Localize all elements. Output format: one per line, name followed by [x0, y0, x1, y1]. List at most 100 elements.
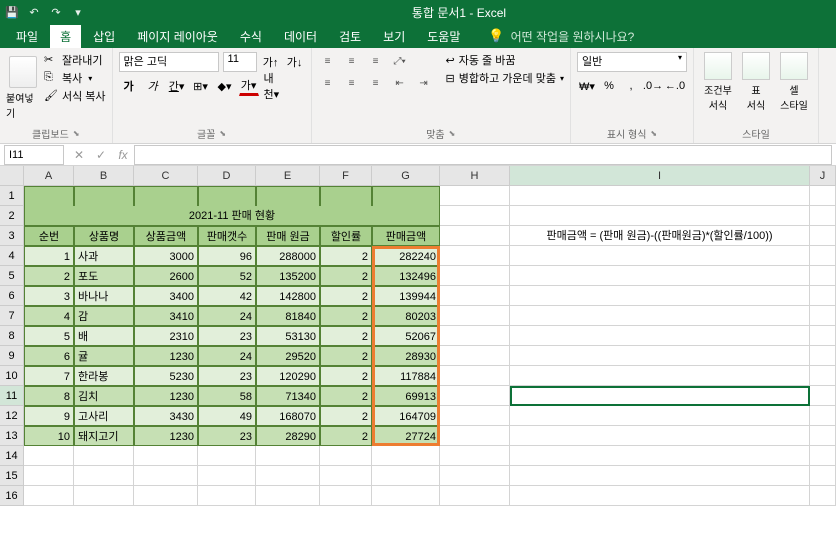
cell[interactable] [510, 326, 810, 346]
cell[interactable] [440, 286, 510, 306]
table-cell[interactable]: 6 [24, 346, 74, 366]
redo-icon[interactable]: ↷ [48, 4, 64, 20]
col-header[interactable]: J [810, 166, 836, 185]
cell[interactable] [198, 186, 256, 206]
cell[interactable] [74, 466, 134, 486]
indent-increase-button[interactable]: ⇥ [414, 74, 434, 92]
cell[interactable] [810, 366, 836, 386]
table-cell[interactable]: 42 [198, 286, 256, 306]
cell[interactable] [198, 446, 256, 466]
table-cell[interactable]: 3410 [134, 306, 198, 326]
cell[interactable] [134, 466, 198, 486]
cell[interactable] [372, 466, 440, 486]
cell[interactable] [810, 446, 836, 466]
cell[interactable] [510, 206, 810, 226]
cell[interactable] [198, 466, 256, 486]
table-cell[interactable]: 2 [320, 326, 372, 346]
cell[interactable] [810, 266, 836, 286]
tab-home[interactable]: 홈 [50, 25, 81, 48]
table-header[interactable]: 순번 [24, 226, 74, 246]
table-header[interactable]: 판매 원금 [256, 226, 320, 246]
tab-review[interactable]: 검토 [329, 25, 371, 48]
table-cell[interactable]: 2 [24, 266, 74, 286]
col-header[interactable]: F [320, 166, 372, 185]
table-cell[interactable]: 135200 [256, 266, 320, 286]
table-cell[interactable]: 1230 [134, 346, 198, 366]
tab-insert[interactable]: 삽입 [83, 25, 125, 48]
cell[interactable] [510, 186, 810, 206]
copy-button[interactable]: ⎘복사▾ [44, 70, 106, 86]
decrease-font-button[interactable]: 가↓ [285, 52, 305, 72]
row-header[interactable]: 16 [0, 486, 24, 506]
table-cell[interactable]: 282240 [372, 246, 440, 266]
col-header[interactable]: E [256, 166, 320, 185]
row-header[interactable]: 6 [0, 286, 24, 306]
cell[interactable] [440, 186, 510, 206]
cell[interactable] [24, 466, 74, 486]
number-format-select[interactable]: 일반▾ [577, 52, 687, 72]
underline-button[interactable]: 간▾ [167, 76, 187, 96]
tab-help[interactable]: 도움말 [417, 25, 470, 48]
cell[interactable] [372, 186, 440, 206]
row-header[interactable]: 2 [0, 206, 24, 226]
table-cell[interactable]: 28290 [256, 426, 320, 446]
table-cell[interactable]: 2 [320, 266, 372, 286]
cell[interactable] [510, 266, 810, 286]
col-header[interactable]: B [74, 166, 134, 185]
row-header[interactable]: 8 [0, 326, 24, 346]
cell[interactable] [256, 186, 320, 206]
italic-button[interactable]: 가 [143, 76, 163, 96]
cell[interactable] [810, 466, 836, 486]
table-cell[interactable]: 53130 [256, 326, 320, 346]
table-cell[interactable]: 27724 [372, 426, 440, 446]
row-header[interactable]: 1 [0, 186, 24, 206]
align-top-button[interactable]: ≡ [318, 52, 338, 70]
table-cell[interactable]: 80203 [372, 306, 440, 326]
qat-dropdown-icon[interactable]: ▾ [70, 4, 86, 20]
cell[interactable] [810, 186, 836, 206]
font-name-select[interactable]: 맑은 고딕 [119, 52, 219, 72]
wrap-text-button[interactable]: ↩자동 줄 바꿈 [446, 52, 564, 68]
cell[interactable] [440, 466, 510, 486]
table-cell[interactable]: 1230 [134, 426, 198, 446]
col-header[interactable]: G [372, 166, 440, 185]
cell[interactable] [810, 326, 836, 346]
table-cell[interactable]: 2 [320, 306, 372, 326]
cell[interactable] [440, 306, 510, 326]
undo-icon[interactable]: ↶ [26, 4, 42, 20]
cell[interactable] [510, 466, 810, 486]
cell[interactable] [510, 246, 810, 266]
table-cell[interactable]: 23 [198, 426, 256, 446]
cell[interactable] [74, 186, 134, 206]
row-header[interactable]: 7 [0, 306, 24, 326]
table-cell[interactable]: 168070 [256, 406, 320, 426]
table-title[interactable]: 2021-11 판매 현황 [24, 206, 440, 226]
number-launcher-icon[interactable]: ⬊ [650, 129, 657, 138]
fx-button[interactable]: fx [112, 148, 134, 162]
align-bottom-button[interactable]: ≡ [366, 52, 386, 70]
cell[interactable] [74, 446, 134, 466]
row-header[interactable]: 13 [0, 426, 24, 446]
table-cell[interactable]: 사과 [74, 246, 134, 266]
cell[interactable] [24, 186, 74, 206]
tellme-box[interactable]: 💡 어떤 작업을 원하시나요? [488, 28, 634, 45]
cell[interactable] [320, 186, 372, 206]
table-cell[interactable]: 288000 [256, 246, 320, 266]
table-cell[interactable]: 10 [24, 426, 74, 446]
font-size-select[interactable]: 11 [223, 52, 257, 72]
align-right-button[interactable]: ≡ [366, 74, 386, 92]
col-header[interactable]: H [440, 166, 510, 185]
table-cell[interactable]: 3400 [134, 286, 198, 306]
font-launcher-icon[interactable]: ⬊ [219, 129, 226, 138]
table-cell[interactable]: 23 [198, 326, 256, 346]
table-cell[interactable]: 2600 [134, 266, 198, 286]
cell[interactable] [810, 346, 836, 366]
formula-note[interactable]: 판매금액 = (판매 원금)-((판매원금)*(할인률/100)) [510, 226, 810, 246]
cell[interactable] [510, 366, 810, 386]
table-cell[interactable]: 7 [24, 366, 74, 386]
table-cell[interactable]: 고사리 [74, 406, 134, 426]
cell[interactable] [510, 346, 810, 366]
row-header[interactable]: 12 [0, 406, 24, 426]
cell[interactable] [510, 286, 810, 306]
table-cell[interactable]: 돼지고기 [74, 426, 134, 446]
